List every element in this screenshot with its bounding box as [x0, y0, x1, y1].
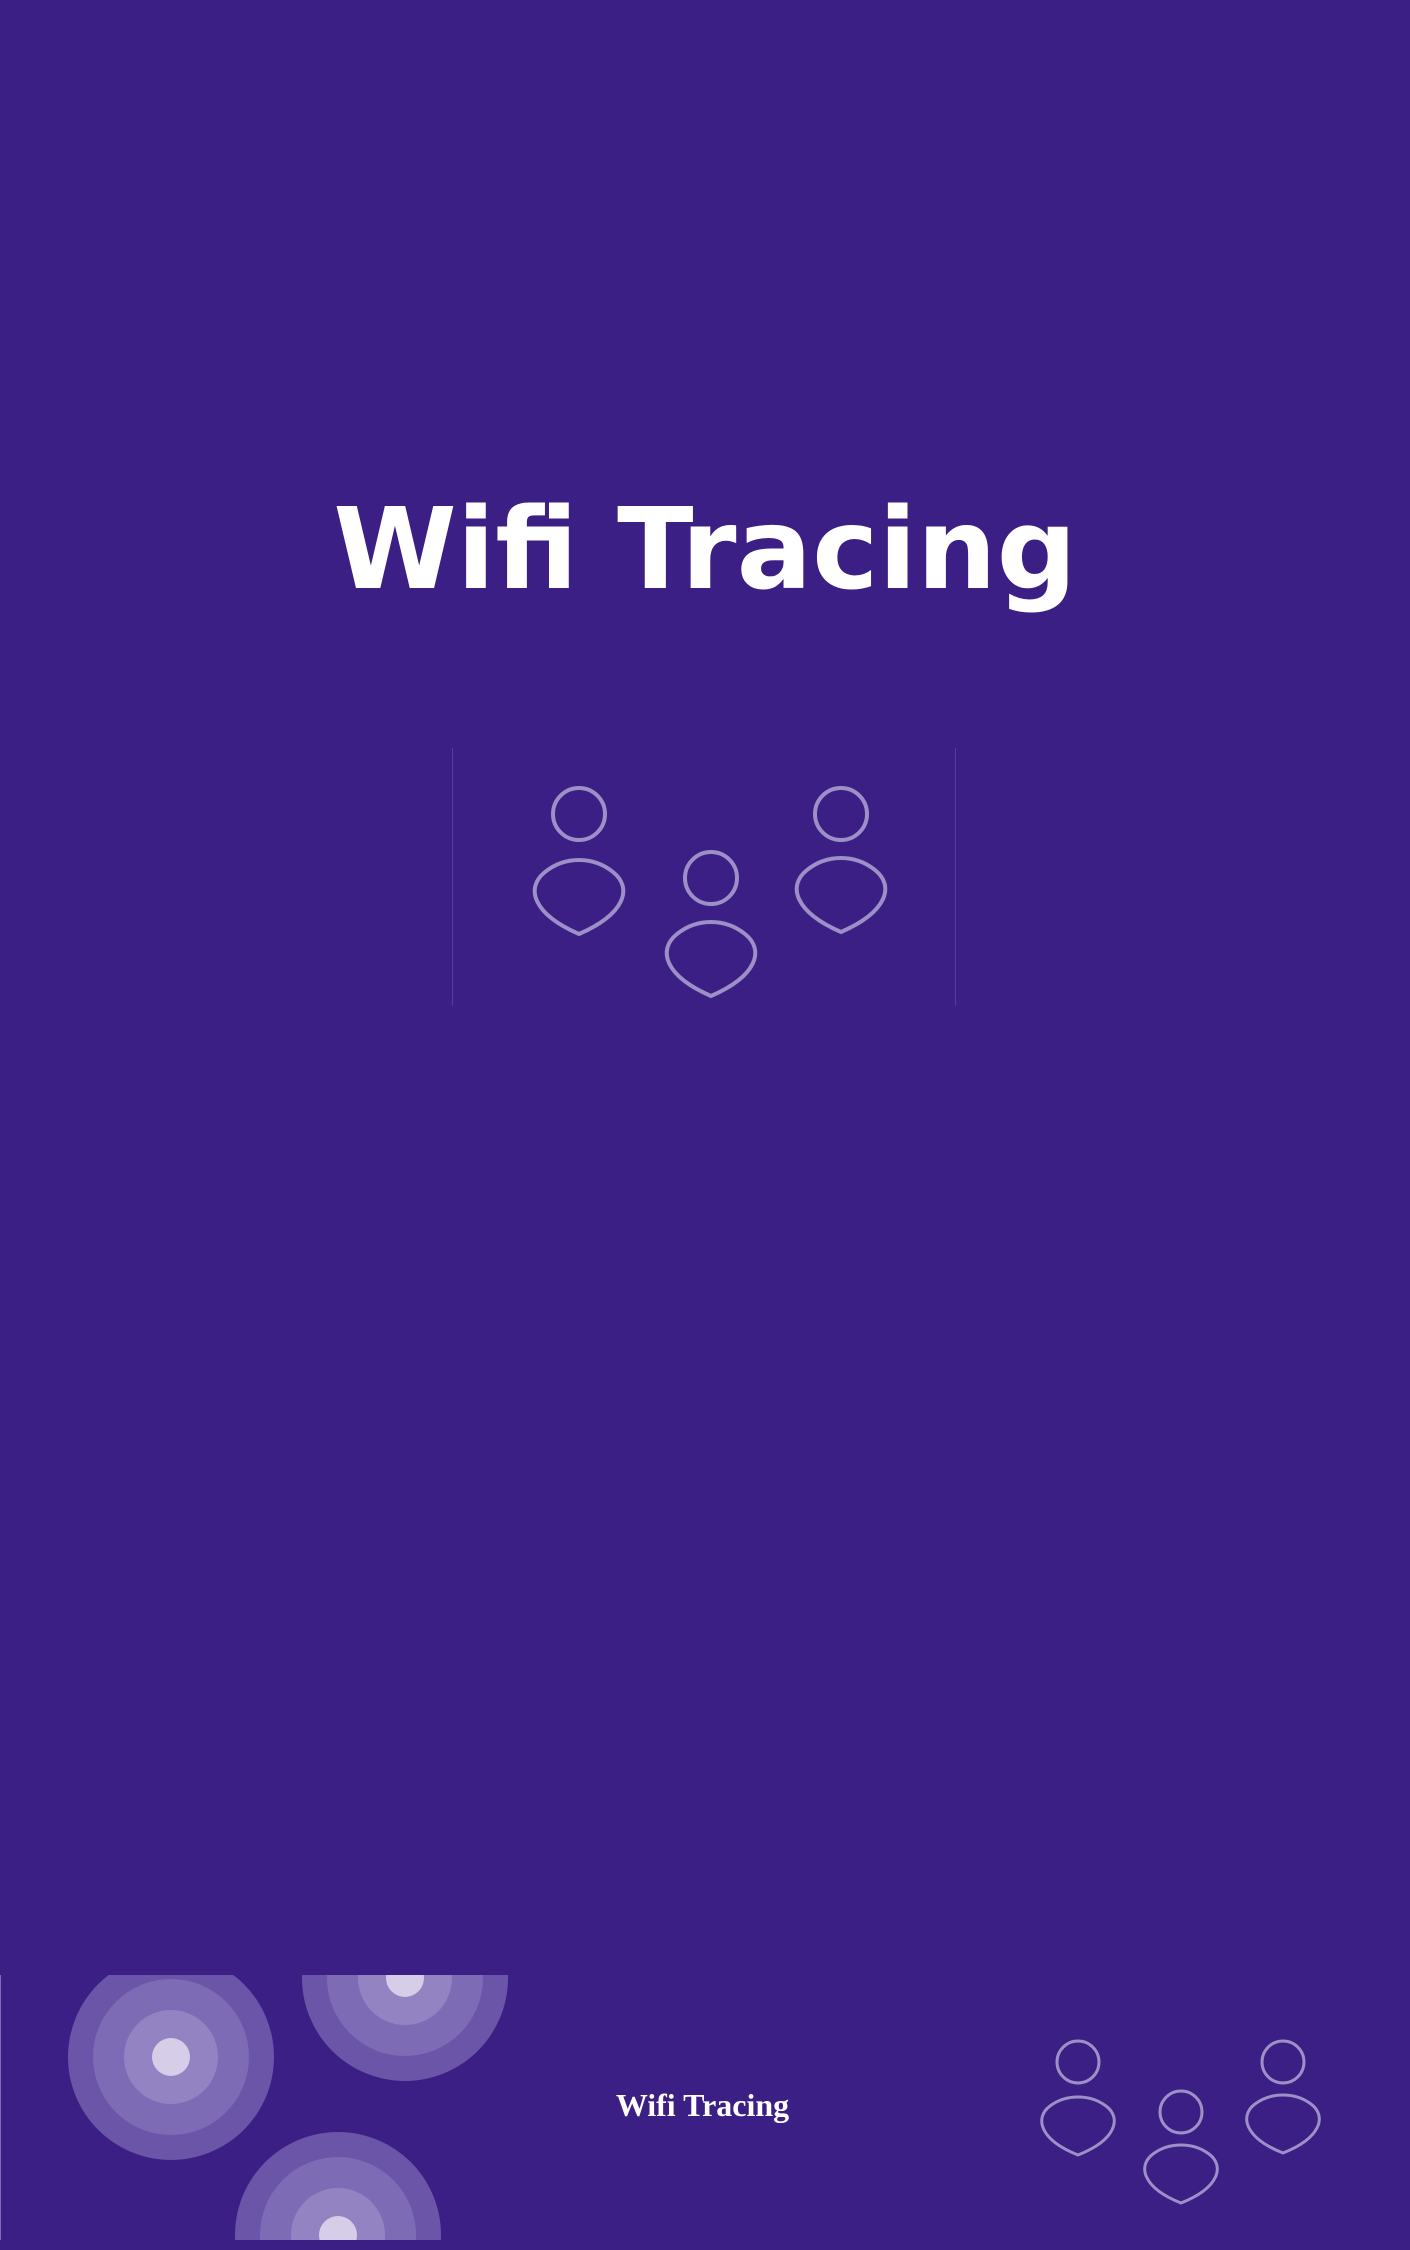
person-head-right	[813, 786, 869, 842]
person-head-right	[1260, 2039, 1306, 2085]
person-head-left	[1055, 2039, 1101, 2085]
signal-rings-top	[302, 1975, 508, 2081]
person-head-center	[683, 850, 739, 906]
hero-illustration	[452, 748, 956, 1006]
page-title: Wifi Tracing	[333, 485, 1077, 615]
person-body-left	[1040, 2095, 1116, 2157]
person-body-right	[1245, 2093, 1321, 2155]
person-body-center	[664, 920, 758, 999]
people-group-icon	[532, 786, 888, 999]
person-body-center	[1143, 2143, 1219, 2205]
signal-rings-bottom	[235, 2132, 441, 2240]
signal-rings-left	[68, 1975, 274, 2160]
person-head-left	[551, 786, 607, 842]
people-group-icon	[1040, 2039, 1321, 2205]
person-body-right	[794, 856, 888, 935]
person-body-left	[532, 858, 626, 937]
person-head-center	[1158, 2089, 1204, 2135]
